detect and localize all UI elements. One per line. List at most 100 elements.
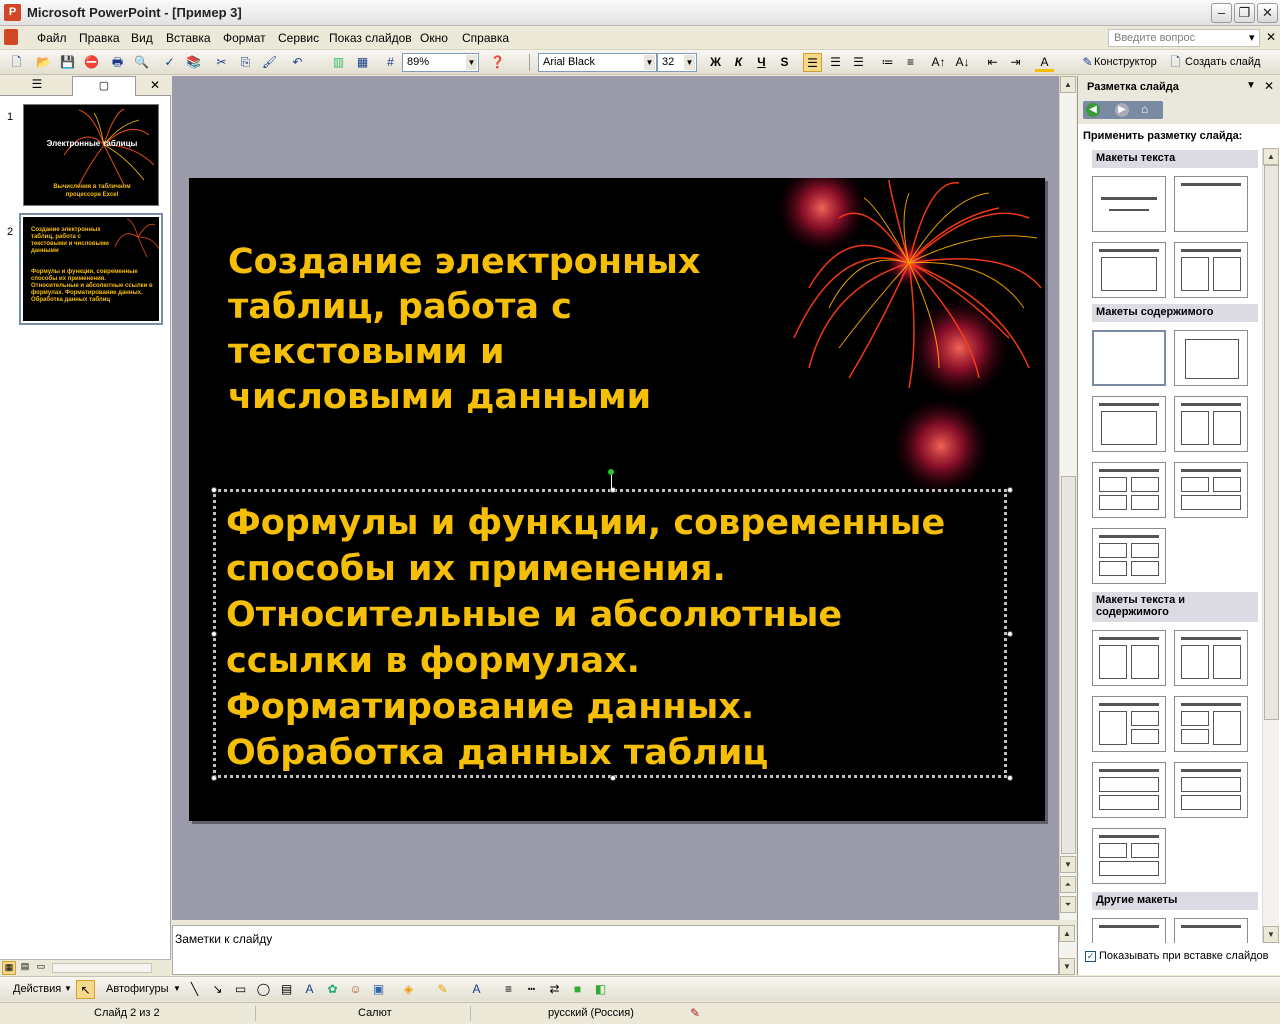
oval-icon[interactable]: ◯	[254, 980, 273, 999]
normal-view-icon[interactable]: ▦	[2, 961, 16, 975]
resize-handle[interactable]	[211, 775, 217, 781]
layout-content-over-text[interactable]	[1174, 762, 1248, 818]
slideshow-view-icon[interactable]: ▭	[34, 961, 48, 975]
resize-handle[interactable]	[1007, 487, 1013, 493]
layout-other-2[interactable]	[1174, 918, 1248, 943]
align-right-button[interactable]: ☰	[849, 53, 868, 72]
chevron-down-icon[interactable]: ▼	[466, 55, 477, 70]
new-slide-button[interactable]: Создать слайд	[1185, 56, 1260, 68]
shadow-style-icon[interactable]: ■	[568, 980, 587, 999]
new-slide-icon[interactable]: 🗋	[1166, 53, 1185, 72]
insert-table-icon[interactable]: ▦	[353, 53, 372, 72]
help-dropdown-icon[interactable]: ▾	[1249, 31, 1255, 44]
menu-file[interactable]: Файл	[37, 31, 67, 45]
layout-text-and-content[interactable]	[1092, 630, 1166, 686]
layout-content[interactable]	[1174, 330, 1248, 386]
slide-thumbnail-2-selected[interactable]: Создание электронных таблиц, работа с те…	[19, 213, 163, 325]
open-icon[interactable]: 📂	[34, 53, 53, 72]
increase-font-button[interactable]: A↑	[929, 53, 948, 72]
rectangle-icon[interactable]: ▭	[231, 980, 250, 999]
select-objects-icon[interactable]: ↖	[76, 980, 95, 999]
layout-two-column-text[interactable]	[1174, 242, 1248, 298]
back-arrow-icon[interactable]: ◀	[1086, 103, 1100, 117]
new-icon[interactable]: 🗋	[7, 53, 26, 72]
actions-menu[interactable]: Действия	[13, 983, 61, 995]
task-pane-menu-icon[interactable]: ▼	[1246, 80, 1256, 91]
menu-format[interactable]: Формат	[223, 31, 266, 45]
align-left-button[interactable]: ☰	[803, 53, 822, 72]
restore-button[interactable]: ❐	[1234, 3, 1255, 23]
vertical-scrollbar[interactable]: ▲ ▼ ⏶ ⏷	[1059, 76, 1076, 920]
decrease-indent-button[interactable]: ⇤	[983, 53, 1002, 72]
close-window-button[interactable]: ✕	[1257, 3, 1278, 23]
dash-style-icon[interactable]: ┅	[522, 980, 541, 999]
font-color-button[interactable]: A	[1035, 53, 1054, 72]
wordart-icon[interactable]: A	[300, 980, 319, 999]
menu-edit[interactable]: Правка	[79, 31, 120, 45]
notes-scrollbar[interactable]: ▲ ▼	[1059, 925, 1076, 975]
chevron-down-icon[interactable]: ▼	[64, 984, 72, 993]
help-search-input[interactable]: Введите вопрос	[1108, 29, 1260, 47]
spelling-icon[interactable]: ✓	[160, 53, 179, 72]
layout-content-and-text[interactable]	[1174, 630, 1248, 686]
designer-button[interactable]: Конструктор	[1094, 56, 1157, 68]
underline-button[interactable]: Ч	[752, 53, 771, 72]
spelling-status-icon[interactable]: ✎	[690, 1006, 700, 1020]
tab-slides[interactable]: ▢	[72, 76, 136, 96]
undo-icon[interactable]: ↶	[288, 53, 307, 72]
resize-handle[interactable]	[211, 631, 217, 637]
arrow-style-icon[interactable]: ⇄	[545, 980, 564, 999]
format-painter-icon[interactable]: 🖌	[260, 53, 279, 72]
diagram-icon[interactable]: ✿	[323, 980, 342, 999]
3d-style-icon[interactable]: ◧	[591, 980, 610, 999]
picture-icon[interactable]: ▣	[369, 980, 388, 999]
slide-body-text[interactable]: Формулы и функции, современные способы и…	[226, 500, 1016, 776]
shadow-button[interactable]: S	[775, 53, 794, 72]
resize-handle[interactable]	[211, 487, 217, 493]
slide-thumbnail-1[interactable]: Электронные таблицы Вычисления в табличн…	[23, 104, 159, 206]
scroll-up-arrow-icon[interactable]: ▲	[1263, 148, 1279, 165]
font-color-draw-icon[interactable]: A	[467, 980, 486, 999]
slide-canvas[interactable]: Создание электронных таблиц, работа с те…	[189, 178, 1045, 821]
scroll-thumb[interactable]	[1264, 165, 1279, 720]
cut-icon[interactable]: ✂	[212, 53, 231, 72]
clipart-icon[interactable]: ☺	[346, 980, 365, 999]
increase-indent-button[interactable]: ⇥	[1006, 53, 1025, 72]
close-document-icon[interactable]: ✕	[1266, 30, 1276, 44]
chevron-down-icon[interactable]: ▼	[684, 55, 695, 70]
chevron-down-icon[interactable]: ▼	[644, 55, 655, 70]
forward-arrow-icon[interactable]: ▶	[1115, 103, 1129, 117]
previous-slide-icon[interactable]: ⏶	[1060, 876, 1076, 893]
decrease-font-button[interactable]: A↓	[953, 53, 972, 72]
bullets-button[interactable]: ≡	[901, 53, 920, 72]
menu-help[interactable]: Справка	[462, 31, 509, 45]
scroll-down-arrow-icon[interactable]: ▼	[1059, 958, 1075, 975]
menu-slideshow[interactable]: Показ слайдов	[329, 31, 412, 45]
insert-chart-icon[interactable]: ▥	[329, 53, 348, 72]
layout-other-1[interactable]	[1092, 918, 1166, 943]
close-pane-icon[interactable]: ✕	[150, 78, 160, 92]
layout-two-content-over-text[interactable]	[1092, 828, 1166, 884]
show-on-insert-checkbox[interactable]: ✓	[1085, 951, 1096, 962]
sorter-view-icon[interactable]: ▤	[18, 961, 32, 975]
layout-title-slide[interactable]	[1092, 176, 1166, 232]
help-icon[interactable]: ❓	[488, 53, 507, 72]
numbering-button[interactable]: ≔	[878, 53, 897, 72]
align-center-button[interactable]: ☰	[826, 53, 845, 72]
copy-icon[interactable]: ⎘	[236, 53, 255, 72]
font-select[interactable]: Arial Black ▼	[538, 53, 657, 72]
line-style-icon[interactable]: ≡	[499, 980, 518, 999]
layout-text-over-content[interactable]	[1092, 762, 1166, 818]
line-color-icon[interactable]: ✎	[433, 980, 452, 999]
scroll-down-arrow-icon[interactable]: ▼	[1263, 926, 1279, 943]
horizontal-scrollbar[interactable]	[52, 963, 152, 973]
font-size-select[interactable]: 32 ▼	[657, 53, 697, 72]
minimize-button[interactable]: –	[1211, 3, 1232, 23]
save-icon[interactable]: 💾	[58, 53, 77, 72]
fill-color-icon[interactable]: ◈	[399, 980, 418, 999]
slide-thumbnail-2[interactable]: Создание электронных таблиц, работа с те…	[23, 217, 159, 321]
preview-icon[interactable]: 🔍	[132, 53, 151, 72]
chevron-down-icon[interactable]: ▼	[173, 984, 181, 993]
notes-pane[interactable]: Заметки к слайду	[172, 925, 1059, 975]
layout-two-content-text[interactable]	[1174, 696, 1248, 752]
